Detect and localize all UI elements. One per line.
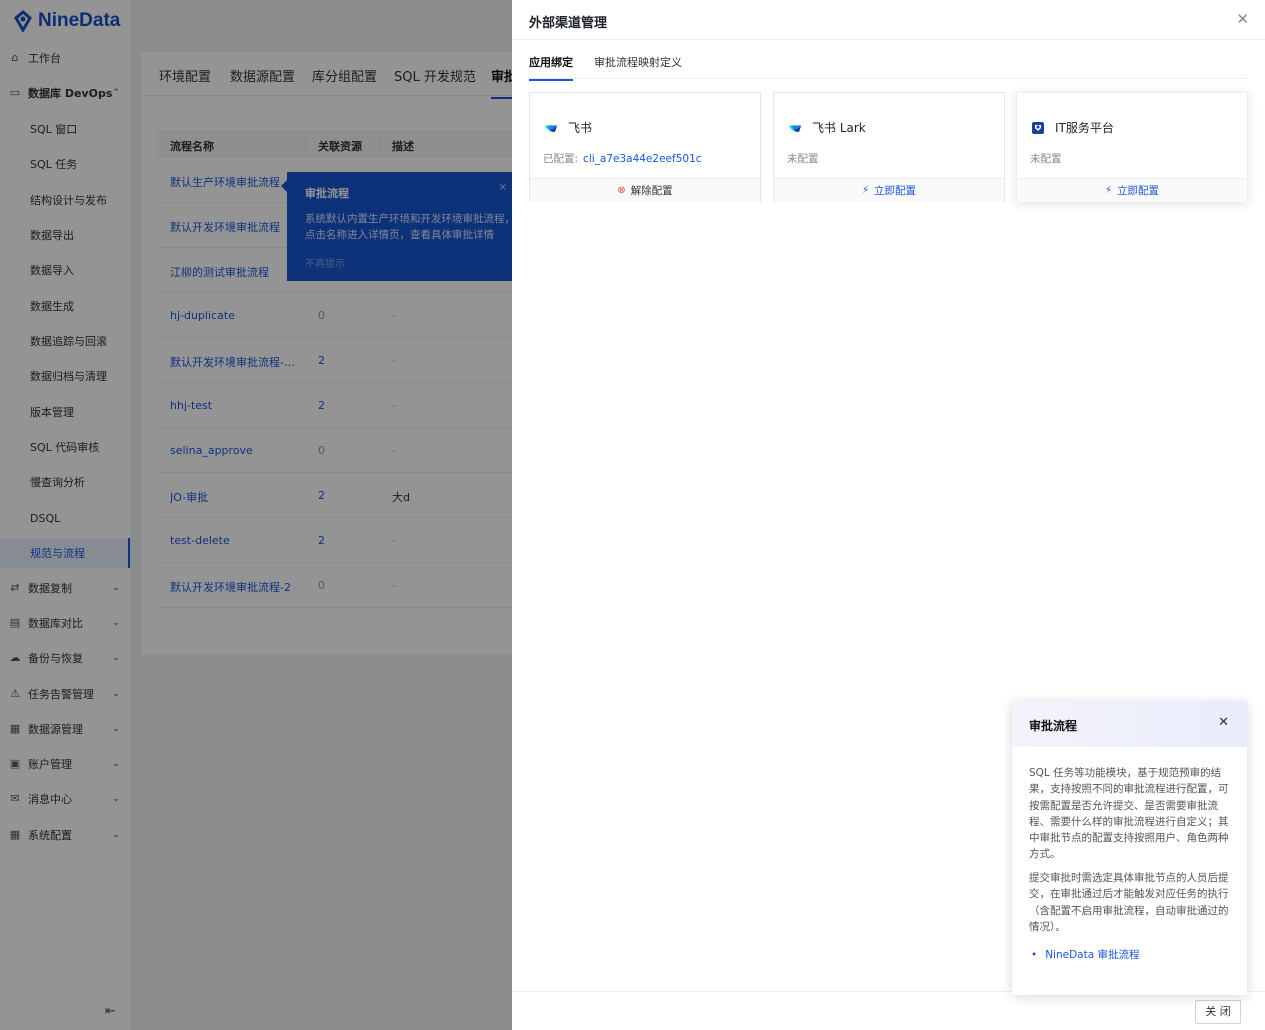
status-label: 已配置: (543, 153, 579, 165)
remove-icon: ⊗ (617, 185, 626, 196)
action-label: 立即配置 (1117, 185, 1160, 197)
action-label: 立即配置 (874, 185, 917, 197)
tab-flow-mapping[interactable]: 审批流程映射定义 (594, 54, 682, 70)
lark-icon (789, 125, 801, 132)
channel-status: 未配置 (1030, 153, 1062, 165)
drawer-close-icon[interactable]: ✕ (1236, 10, 1249, 28)
configure-button[interactable]: ⚡ 立即配置 (1017, 178, 1247, 202)
channel-name: IT服务平台 (1055, 121, 1114, 135)
plug-icon: ⚡ (1104, 185, 1113, 196)
drawer-tabs: 应用绑定 审批流程映射定义 (529, 52, 1247, 81)
help-header: 审批流程 ✕ (1012, 701, 1247, 747)
drawer-header: 外部渠道管理 ✕ (512, 0, 1265, 40)
channel-status: 未配置 (787, 153, 819, 165)
help-panel: 审批流程 ✕ SQL 任务等功能模块，基于规范预审的结果，支持按照不同的审批流程… (1012, 701, 1247, 995)
drawer-footer: 关 闭 (512, 991, 1265, 1030)
channel-card-it-platform: IT服务平台 未配置 ⚡ 立即配置 (1016, 92, 1248, 202)
channel-card-lark: 飞书 Lark 未配置 ⚡ 立即配置 (773, 92, 1005, 202)
plug-icon: ⚡ (861, 185, 870, 196)
unbind-button[interactable]: ⊗ 解除配置 (530, 178, 760, 202)
help-doc-link[interactable]: NineData 审批流程 (1031, 947, 1139, 962)
help-paragraph: 提交审批时需选定具体审批节点的人员后提交，在审批通过后才能触发对应任务的执行（含… (1029, 872, 1229, 933)
app-root: NineData ⌂ 工作台 ▭ 数据库 DevOps ⌃ SQL 窗口 SQL 任务 结构设… (0, 0, 1265, 1030)
help-paragraph: SQL 任务等功能模块，基于规范预审的结果，支持按照不同的审批流程进行配置，可按… (1029, 767, 1229, 861)
app-id-value: cli_a7e3a44e2eef501c (583, 153, 702, 165)
help-close-icon[interactable]: ✕ (1218, 715, 1229, 730)
channel-name: 飞书 Lark (812, 121, 866, 135)
drawer-title: 外部渠道管理 (529, 16, 608, 31)
feishu-icon (545, 125, 557, 132)
close-button[interactable]: 关 闭 (1195, 1000, 1241, 1024)
channel-status: 已配置: cli_a7e3a44e2eef501c (543, 151, 702, 166)
configure-button[interactable]: ⚡ 立即配置 (774, 178, 1004, 202)
it-platform-icon (1032, 122, 1044, 134)
action-label: 解除配置 (630, 185, 673, 197)
tab-app-binding[interactable]: 应用绑定 (529, 54, 573, 81)
channel-name: 飞书 (568, 121, 593, 135)
help-title: 审批流程 (1029, 719, 1078, 733)
channel-card-feishu: 飞书 已配置: cli_a7e3a44e2eef501c ⊗ 解除配置 (529, 92, 761, 202)
